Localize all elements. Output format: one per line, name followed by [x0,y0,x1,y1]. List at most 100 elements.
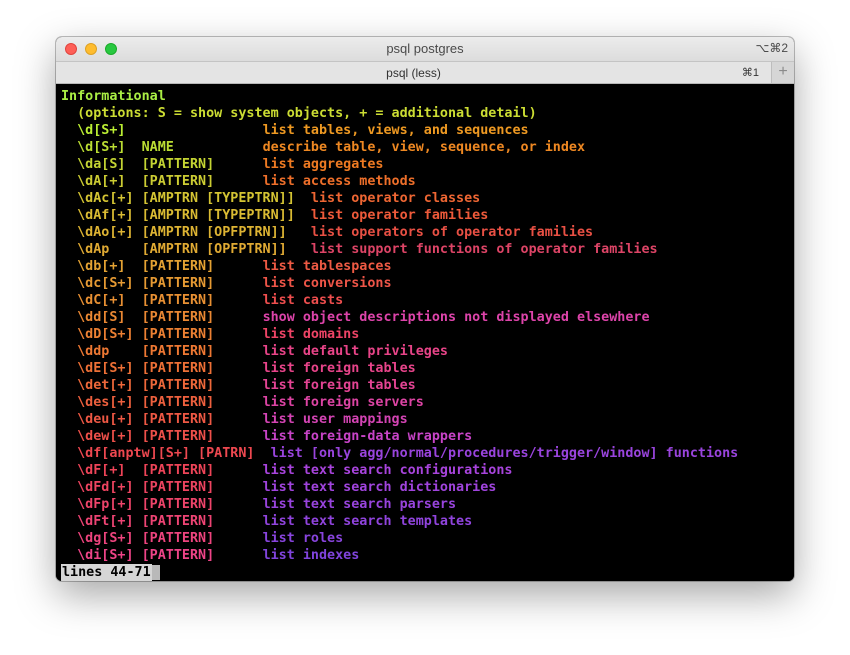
command-description: list foreign-data wrappers [262,429,473,444]
command-args: [AMPTRN [OPFPTRN]] [109,242,287,257]
terminal-line: \d[S+] list tables, views, and sequences [61,122,794,139]
command-args: [AMPTRN [OPFPTRN]] [133,225,287,240]
terminal-lines: Informational (options: S = show system … [61,88,794,564]
command-name: \dg[S+] [61,531,134,546]
command-args: [PATTERN] [133,361,215,376]
line-text: Informational [61,89,166,104]
command-name: \dFt[+] [61,514,134,529]
command-description: list domains [262,327,360,342]
command-args: [PATTERN] [133,412,215,427]
column-gap [214,378,262,393]
tab-psql-less[interactable]: psql (less) ⌘1 [56,62,772,83]
command-name: \dAp [61,242,110,257]
command-args: [PATTERN] [125,293,215,308]
window-shortcut: ⌥⌘2 [755,41,788,55]
terminal-line: \df[anptw][S+] [PATRN] list [only agg/no… [61,445,794,462]
terminal-line: \dAo[+] [AMPTRN [OPFPTRN]] list operator… [61,224,794,241]
command-description: describe table, view, sequence, or index [262,140,586,155]
command-name: \deu[+] [61,412,134,427]
terminal-line: \dAp [AMPTRN [OPFPTRN]] list support fun… [61,241,794,258]
command-description: list foreign servers [262,395,424,410]
command-args: NAME [125,140,174,155]
pager-status-line: lines 44-71 [61,564,794,581]
command-name: \df[anptw][S+] [61,446,190,461]
command-description: list tablespaces [262,259,392,274]
column-gap [214,395,262,410]
command-description: list user mappings [262,412,408,427]
column-gap [214,497,262,512]
command-args: [PATTERN] [133,276,215,291]
column-gap [126,123,263,138]
command-name: \des[+] [61,395,134,410]
terminal-line: \deu[+] [PATTERN] list user mappings [61,411,794,428]
column-gap [214,310,262,325]
command-args: [PATTERN] [125,463,215,478]
command-description: list casts [262,293,344,308]
column-gap [255,446,263,461]
terminal-line: \dAf[+] [AMPTRN [TYPEPTRN]] list operato… [61,207,794,224]
command-description: list text search dictionaries [262,480,497,495]
command-description: list conversions [262,276,392,291]
column-gap [214,276,262,291]
terminal-line: \db[+] [PATTERN] list tablespaces [61,258,794,275]
command-args: [PATTERN] [133,548,215,563]
command-name: \d[S+] [61,123,126,138]
terminal-line: \dc[S+] [PATTERN] list conversions [61,275,794,292]
command-args: [AMPTRN [TYPEPTRN]] [133,208,295,223]
terminal-line: (options: S = show system objects, + = a… [61,105,794,122]
tab-shortcut: ⌘1 [741,67,759,79]
command-description: list text search parsers [262,497,457,512]
command-args: [PATRN] [190,446,255,461]
command-args: [PATTERN] [133,429,215,444]
column-gap [214,412,262,427]
command-args: [PATTERN] [125,259,215,274]
column-gap [214,429,262,444]
title-bar[interactable]: psql postgres ⌥⌘2 [56,37,794,61]
new-tab-button[interactable]: + [772,62,794,83]
command-args: [PATTERN] [109,344,215,359]
terminal-line: \dg[S+] [PATTERN] list roles [61,530,794,547]
command-name: \dFd[+] [61,480,134,495]
command-args: [PATTERN] [125,174,215,189]
column-gap [214,463,262,478]
column-gap [214,361,262,376]
command-name: \d[S+] [61,140,126,155]
command-args: [PATTERN] [133,327,215,342]
terminal-line: \det[+] [PATTERN] list foreign tables [61,377,794,394]
command-description: list operator families [294,208,489,223]
tab-bar: psql (less) ⌘1 + [56,61,794,84]
terminal-line: \dE[S+] [PATTERN] list foreign tables [61,360,794,377]
line-text: (options: S = show system objects, + = a… [61,106,537,121]
column-gap [214,174,262,189]
command-args: [PATTERN] [125,157,215,172]
command-args: [PATTERN] [125,310,215,325]
column-gap [214,293,262,308]
command-name: \dAc[+] [61,191,134,206]
terminal-output[interactable]: Informational (options: S = show system … [56,84,794,581]
command-args: [AMPTRN [TYPEPTRN]] [133,191,295,206]
column-gap [214,548,262,563]
command-name: \di[S+] [61,548,134,563]
terminal-line: \dFd[+] [PATTERN] list text search dicti… [61,479,794,496]
column-gap [214,514,262,529]
pager-status: lines 44-71 [61,564,152,581]
command-description: list indexes [262,548,360,563]
column-gap [214,259,262,274]
command-name: \db[+] [61,259,126,274]
terminal-line: Informational [61,88,794,105]
command-description: list support functions of operator famil… [286,242,658,257]
command-name: \da[S] [61,157,126,172]
column-gap [214,327,262,342]
tab-label: psql (less) [386,66,441,80]
column-gap [174,140,263,155]
column-gap [214,480,262,495]
terminal-line: \ddp [PATTERN] list default privileges [61,343,794,360]
command-name: \dA[+] [61,174,126,189]
command-description: list [only agg/normal/procedures/trigger… [262,446,739,461]
command-name: \dFp[+] [61,497,134,512]
terminal-line: \dC[+] [PATTERN] list casts [61,292,794,309]
command-name: \dd[S] [61,310,126,325]
command-description: list foreign tables [262,361,416,376]
command-name: \dc[S+] [61,276,134,291]
command-name: \dew[+] [61,429,134,444]
